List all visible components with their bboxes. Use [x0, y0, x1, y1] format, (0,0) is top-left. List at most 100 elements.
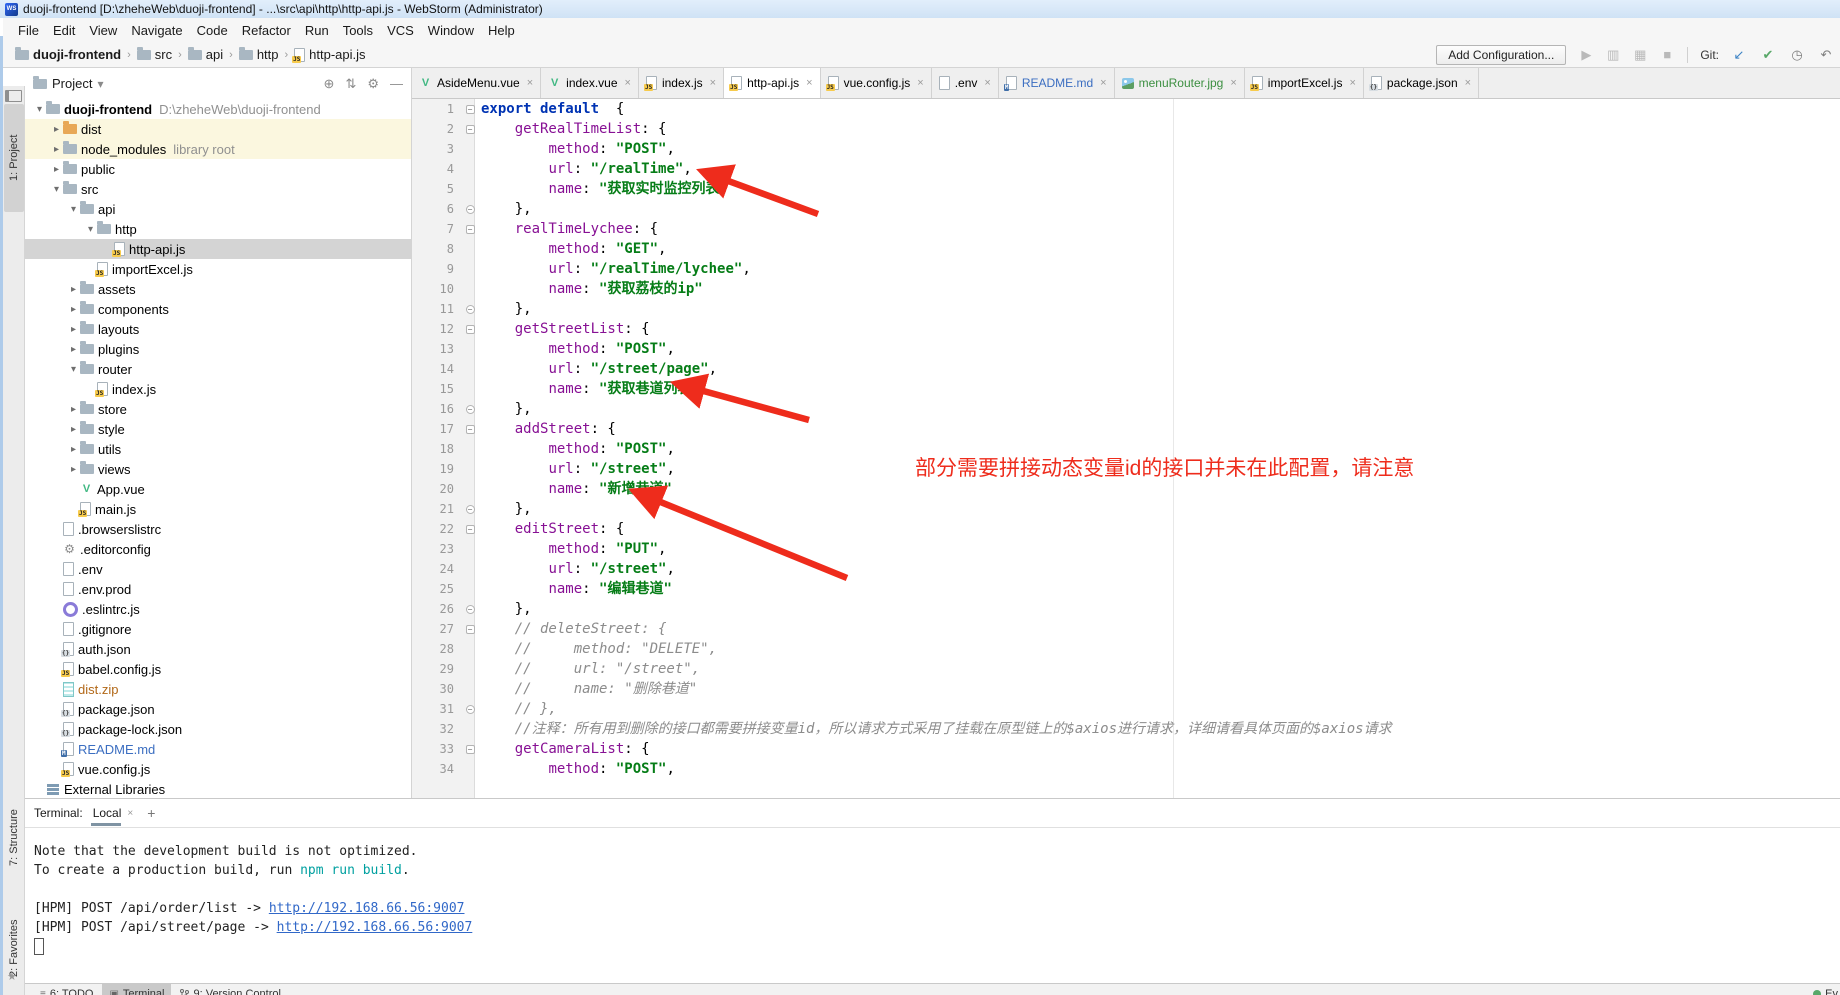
fold-open-icon[interactable]: − [466, 325, 475, 334]
tree-chevron-icon[interactable]: ▾ [67, 364, 80, 375]
menu-item-file[interactable]: File [11, 21, 46, 40]
tab-close-icon[interactable]: × [1349, 77, 1355, 89]
menu-item-navigate[interactable]: Navigate [124, 21, 189, 40]
status-item-9-version-control[interactable]: 9: Version Control [173, 984, 287, 995]
tree-row-dist-zip[interactable]: dist.zip [25, 679, 411, 699]
gear-icon[interactable]: ⚙ [367, 76, 379, 92]
run-with-coverage-button-icon[interactable]: ▦ [1632, 47, 1648, 63]
editor-tab-vue-config-js[interactable]: JSvue.config.js× [821, 68, 932, 98]
tree-row-views[interactable]: ▸views [25, 459, 411, 479]
fold-close-icon[interactable]: − [466, 705, 475, 714]
code-line[interactable]: 12− getStreetList: { [412, 319, 1840, 339]
tree-chevron-icon[interactable]: ▸ [67, 304, 80, 315]
status-item-6-todo[interactable]: ≡6: TODO [33, 984, 100, 995]
code-line[interactable]: 13 method: "POST", [412, 339, 1840, 359]
tree-row--gitignore[interactable]: .gitignore [25, 619, 411, 639]
breadcrumb-item-src[interactable]: src [135, 46, 174, 63]
breadcrumb-item-http-api-js[interactable]: JShttp-api.js [292, 46, 367, 63]
code-line[interactable]: 9 url: "/realTime/lychee", [412, 259, 1840, 279]
tab-close-icon[interactable]: × [710, 77, 716, 89]
tree-chevron-icon[interactable]: ▸ [50, 124, 63, 135]
tree-row-readme-md[interactable]: MREADME.md [25, 739, 411, 759]
code-line[interactable]: 30 // name: "删除巷道" [412, 679, 1840, 699]
code-line[interactable]: 14 url: "/street/page", [412, 359, 1840, 379]
tab-close-icon[interactable]: × [984, 77, 990, 89]
tree-row-dist[interactable]: ▸dist [25, 119, 411, 139]
debug-button-icon[interactable]: ▥ [1605, 47, 1621, 63]
tree-row-assets[interactable]: ▸assets [25, 279, 411, 299]
code-line[interactable]: 17− addStreet: { [412, 419, 1840, 439]
terminal-tab-local[interactable]: Local × [91, 800, 136, 826]
terminal-cursor[interactable] [34, 938, 44, 955]
tree-chevron-icon[interactable]: ▾ [50, 184, 63, 195]
code-line[interactable]: 5 name: "获取实时监控列表" [412, 179, 1840, 199]
fold-open-icon[interactable]: − [466, 105, 475, 114]
code-line[interactable]: 8 method: "GET", [412, 239, 1840, 259]
fold-open-icon[interactable]: − [466, 625, 475, 634]
tree-row-layouts[interactable]: ▸layouts [25, 319, 411, 339]
code-line[interactable]: 28 // method: "DELETE", [412, 639, 1840, 659]
git-revert-button-icon[interactable]: ↶ [1818, 47, 1834, 63]
code-line[interactable]: 32 //注释：所有用到删除的接口都需要拼接变量id，所以请求方式采用了挂载在原… [412, 719, 1840, 739]
code-line[interactable]: 22− editStreet: { [412, 519, 1840, 539]
code-line[interactable]: 26− }, [412, 599, 1840, 619]
breadcrumb-item-api[interactable]: api [186, 46, 225, 63]
tree-chevron-icon[interactable]: ▾ [67, 204, 80, 215]
code-line[interactable]: 25 name: "编辑巷道" [412, 579, 1840, 599]
tree-row-external-libraries[interactable]: External Libraries [25, 779, 411, 798]
chevron-down-icon[interactable]: ▾ [97, 77, 103, 91]
event-log-indicator[interactable]: Ev [1813, 984, 1840, 995]
terminal-output[interactable]: Note that the development build is not o… [25, 828, 1840, 956]
status-item-terminal[interactable]: ▣Terminal [102, 984, 171, 995]
fold-close-icon[interactable]: − [466, 605, 475, 614]
tree-chevron-icon[interactable]: ▸ [67, 324, 80, 335]
code-line[interactable]: 34 method: "POST", [412, 759, 1840, 779]
new-terminal-button[interactable]: + [143, 805, 159, 821]
fold-close-icon[interactable]: − [466, 205, 475, 214]
code-line[interactable]: 16− }, [412, 399, 1840, 419]
terminal-link[interactable]: http://192.168.66.56:9007 [269, 901, 465, 916]
editor-tab-index-js[interactable]: JSindex.js× [639, 68, 724, 98]
tree-row-auth-json[interactable]: {}auth.json [25, 639, 411, 659]
code-line[interactable]: 29 // url: "/street", [412, 659, 1840, 679]
menu-item-run[interactable]: Run [298, 21, 336, 40]
tree-row--editorconfig[interactable]: ⚙.editorconfig [25, 539, 411, 559]
code-line[interactable]: 31− // }, [412, 699, 1840, 719]
tree-row--browserslistrc[interactable]: .browserslistrc [25, 519, 411, 539]
tree-row-src[interactable]: ▾src [25, 179, 411, 199]
menu-item-vcs[interactable]: VCS [380, 21, 421, 40]
breadcrumb-item-http[interactable]: http [237, 46, 281, 63]
tree-chevron-icon[interactable]: ▸ [67, 284, 80, 295]
fold-open-icon[interactable]: − [466, 125, 475, 134]
editor-tab--env[interactable]: .env× [932, 68, 999, 98]
code-line[interactable]: 11− }, [412, 299, 1840, 319]
tree-row--env[interactable]: .env [25, 559, 411, 579]
tree-row-babel-config-js[interactable]: JSbabel.config.js [25, 659, 411, 679]
tree-chevron-icon[interactable]: ▸ [50, 144, 63, 155]
tree-row-http[interactable]: ▾http [25, 219, 411, 239]
editor-tab-readme-md[interactable]: MREADME.md× [999, 68, 1115, 98]
tab-close-icon[interactable]: × [625, 77, 631, 89]
tool-tab-1-project[interactable]: 1: Project [4, 104, 24, 212]
add-configuration-button[interactable]: Add Configuration... [1436, 45, 1566, 65]
tab-close-icon[interactable]: × [527, 77, 533, 89]
tree-row-duoji-frontend[interactable]: ▾duoji-frontendD:\zheheWeb\duoji-fronten… [25, 99, 411, 119]
code-line[interactable]: 3 method: "POST", [412, 139, 1840, 159]
tab-close-icon[interactable]: × [917, 77, 923, 89]
tab-close-icon[interactable]: × [1230, 77, 1236, 89]
fold-open-icon[interactable]: − [466, 225, 475, 234]
menu-item-refactor[interactable]: Refactor [235, 21, 298, 40]
code-line[interactable]: 27− // deleteStreet: { [412, 619, 1840, 639]
terminal-tab-close-icon[interactable]: × [127, 808, 133, 819]
editor-tab-importexcel-js[interactable]: JSimportExcel.js× [1245, 68, 1364, 98]
tree-chevron-icon[interactable]: ▸ [67, 344, 80, 355]
code-line[interactable]: 2− getRealTimeList: { [412, 119, 1840, 139]
code-line[interactable]: 4 url: "/realTime", [412, 159, 1840, 179]
fold-close-icon[interactable]: − [466, 405, 475, 414]
collapse-all-icon[interactable]: ⇅ [345, 76, 356, 92]
fold-close-icon[interactable]: − [466, 305, 475, 314]
code-line[interactable]: 19 url: "/street", [412, 459, 1840, 479]
code-line[interactable]: 15 name: "获取巷道列表" [412, 379, 1840, 399]
menu-item-edit[interactable]: Edit [46, 21, 82, 40]
tree-chevron-icon[interactable]: ▸ [67, 424, 80, 435]
